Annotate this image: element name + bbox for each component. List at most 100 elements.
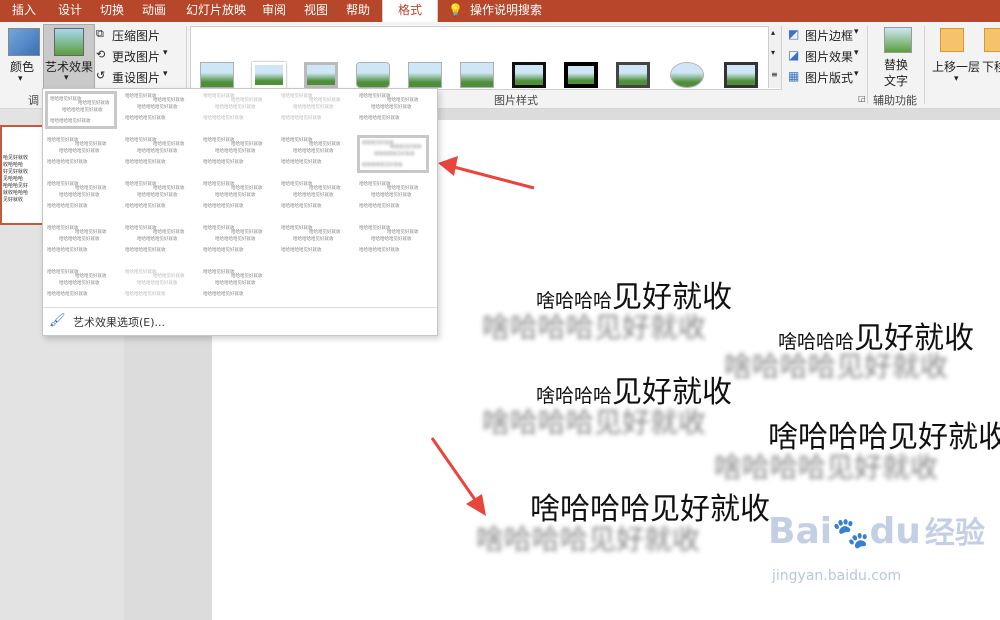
effect-option-8[interactable]: 哈哈哈见好就收 哈哈哈见好就收 哈哈哈哈哈见好就收 哈哈哈哈哈见好就收	[201, 135, 273, 173]
effect-preview-text: 哈哈哈见好就收	[359, 226, 391, 231]
artistic-effects-options[interactable]: 艺术效果选项(E)...	[73, 314, 165, 330]
effect-preview-text: 哈哈哈见好就收	[309, 142, 341, 147]
effect-preview-text: 哈哈哈哈哈见好就收	[137, 281, 178, 286]
effect-preview-text: 哈哈哈哈哈见好就收	[281, 248, 322, 253]
effect-preview-text: 哈哈哈见好就收	[125, 138, 157, 143]
effect-preview-text: 哈哈哈见好就收	[47, 226, 79, 231]
effect-preview-text: 哈哈哈见好就收	[153, 142, 185, 147]
effect-preview-text: 哈哈哈哈哈见好就收	[293, 193, 334, 198]
effect-preview-text: 哈哈哈见好就收	[390, 145, 422, 150]
effect-preview-text: 哈哈哈哈哈见好就收	[125, 160, 166, 165]
effect-preview-text: 哈哈哈哈哈见好就收	[47, 248, 88, 253]
effect-preview-text: 哈哈哈见好就收	[203, 94, 235, 99]
effect-preview-text: 哈哈哈见好就收	[153, 274, 185, 279]
effect-option-4[interactable]: 哈哈哈见好就收 哈哈哈见好就收 哈哈哈哈哈见好就收 哈哈哈哈哈见好就收	[279, 91, 351, 129]
annotation-arrow-1	[449, 164, 535, 190]
effect-preview-text: 哈哈哈哈哈见好就收	[362, 163, 403, 168]
effect-preview-text: 哈哈哈哈哈见好就收	[125, 292, 166, 297]
effect-preview-text: 哈哈哈哈哈见好就收	[59, 237, 100, 242]
effect-preview-text: 哈哈哈哈哈见好就收	[293, 105, 334, 110]
effect-preview-text: 哈哈哈哈哈见好就收	[137, 237, 178, 242]
effect-preview-text: 哈哈哈哈哈见好就收	[215, 105, 256, 110]
effect-preview-text: 哈哈哈见好就收	[125, 94, 157, 99]
effect-option-3[interactable]: 哈哈哈见好就收 哈哈哈见好就收 哈哈哈哈哈见好就收 哈哈哈哈哈见好就收	[201, 91, 273, 129]
effect-preview-text: 哈哈哈见好就收	[125, 270, 157, 275]
effect-preview-text: 哈哈哈见好就收	[281, 226, 313, 231]
effect-preview-text: 哈哈哈哈哈见好就收	[203, 116, 244, 121]
effect-preview-text: 哈哈哈哈哈见好就收	[215, 237, 256, 242]
effect-preview-text: 哈哈哈见好就收	[281, 182, 313, 187]
effect-preview-text: 哈哈哈哈哈见好就收	[203, 248, 244, 253]
effect-preview-text: 哈哈哈哈哈见好就收	[281, 204, 322, 209]
effect-preview-text: 哈哈哈见好就收	[231, 186, 263, 191]
effect-preview-text: 哈哈哈哈哈见好就收	[281, 116, 322, 121]
gallery-divider	[43, 307, 437, 308]
effect-preview-text: 哈哈哈哈哈见好就收	[125, 248, 166, 253]
effect-preview-text: 哈哈哈哈哈见好就收	[59, 281, 100, 286]
effect-option-15[interactable]: 哈哈哈见好就收 哈哈哈见好就收 哈哈哈哈哈见好就收 哈哈哈哈哈见好就收	[357, 179, 429, 217]
effect-preview-text: 哈哈哈哈哈见好就收	[203, 204, 244, 209]
effect-option-12[interactable]: 哈哈哈见好就收 哈哈哈见好就收 哈哈哈哈哈见好就收 哈哈哈哈哈见好就收	[123, 179, 195, 217]
effect-preview-text: 哈哈哈见好就收	[153, 186, 185, 191]
arrow-head-2	[466, 494, 486, 516]
effect-preview-text: 哈哈哈哈哈见好就收	[203, 160, 244, 165]
effect-option-16[interactable]: 哈哈哈见好就收 哈哈哈见好就收 哈哈哈哈哈见好就收 哈哈哈哈哈见好就收	[45, 223, 117, 261]
effect-preview-text: 哈哈哈哈哈见好就收	[359, 116, 400, 121]
effect-preview-text: 哈哈哈见好就收	[203, 226, 235, 231]
effect-preview-text: 哈哈哈见好就收	[231, 274, 263, 279]
effect-preview-text: 哈哈哈见好就收	[387, 186, 419, 191]
effect-preview-text: 哈哈哈哈哈见好就收	[293, 237, 334, 242]
effect-option-21[interactable]: 哈哈哈见好就收 哈哈哈见好就收 哈哈哈哈哈见好就收 哈哈哈哈哈见好就收	[45, 267, 117, 305]
effect-preview-text: 哈哈哈见好就收	[125, 182, 157, 187]
effect-preview-text: 哈哈哈见好就收	[281, 94, 313, 99]
effect-preview-text: 哈哈哈见好就收	[75, 274, 107, 279]
effect-preview-text: 哈哈哈见好就收	[75, 230, 107, 235]
effect-preview-text: 哈哈哈见好就收	[153, 230, 185, 235]
effect-preview-text: 哈哈哈见好就收	[281, 138, 313, 143]
annotation-arrow-2	[430, 437, 480, 505]
arrow-head-1	[438, 156, 458, 176]
effect-option-2[interactable]: 哈哈哈见好就收 哈哈哈见好就收 哈哈哈哈哈见好就收 哈哈哈哈哈见好就收	[123, 91, 195, 129]
effect-option-11[interactable]: 哈哈哈见好就收 哈哈哈见好就收 哈哈哈哈哈见好就收 哈哈哈哈哈见好就收	[45, 179, 117, 217]
effect-option-18[interactable]: 哈哈哈见好就收 哈哈哈见好就收 哈哈哈哈哈见好就收 哈哈哈哈哈见好就收	[201, 223, 273, 261]
effect-preview-text: 哈哈哈哈哈见好就收	[125, 204, 166, 209]
effect-preview-text: 哈哈哈哈哈见好就收	[137, 105, 178, 110]
effect-preview-text: 哈哈哈见好就收	[47, 138, 79, 143]
effect-preview-text: 哈哈哈哈哈见好就收	[47, 292, 88, 297]
effect-preview-text: 哈哈哈见好就收	[75, 186, 107, 191]
effect-option-5[interactable]: 哈哈哈见好就收 哈哈哈见好就收 哈哈哈哈哈见好就收 哈哈哈哈哈见好就收	[357, 91, 429, 129]
effects-grid: 哈哈哈见好就收 哈哈哈见好就收 哈哈哈哈哈见好就收 哈哈哈哈哈见好就收 哈哈哈见好就收哈…	[45, 91, 435, 305]
effect-preview-text: 哈哈哈哈哈见好就收	[137, 193, 178, 198]
effect-preview-text: 哈哈哈哈哈见好就收	[215, 281, 256, 286]
effect-preview-text: 哈哈哈哈哈见好就收	[125, 116, 166, 121]
effect-preview-text: 哈哈哈见好就收	[387, 98, 419, 103]
effect-preview-text: 哈哈哈见好就收	[359, 182, 391, 187]
artistic-options-icon: 🖌	[49, 313, 66, 328]
effect-option-1[interactable]: 哈哈哈见好就收 哈哈哈见好就收 哈哈哈哈哈见好就收 哈哈哈哈哈见好就收	[45, 91, 117, 129]
effect-option-14[interactable]: 哈哈哈见好就收 哈哈哈见好就收 哈哈哈哈哈见好就收 哈哈哈哈哈见好就收	[279, 179, 351, 217]
effect-option-17[interactable]: 哈哈哈见好就收 哈哈哈见好就收 哈哈哈哈哈见好就收 哈哈哈哈哈见好就收	[123, 223, 195, 261]
effect-preview-text: 哈哈哈哈哈见好就收	[62, 108, 103, 113]
effect-preview-text: 哈哈哈见好就收	[203, 138, 235, 143]
artistic-effects-gallery: 哈哈哈见好就收 哈哈哈见好就收 哈哈哈哈哈见好就收 哈哈哈哈哈见好就收 哈哈哈见好就收哈…	[42, 88, 438, 336]
effect-preview-text: 哈哈哈哈哈见好就收	[293, 149, 334, 154]
effect-preview-text: 哈哈哈哈哈见好就收	[371, 105, 412, 110]
effect-preview-text: 哈哈哈哈哈见好就收	[59, 193, 100, 198]
effect-preview-text: 哈哈哈见好就收	[309, 98, 341, 103]
effect-preview-text: 哈哈哈见好就收	[309, 186, 341, 191]
effect-preview-text: 哈哈哈哈哈见好就收	[137, 149, 178, 154]
effect-preview-text: 哈哈哈见好就收	[231, 98, 263, 103]
effect-option-9[interactable]: 哈哈哈见好就收 哈哈哈见好就收 哈哈哈哈哈见好就收 哈哈哈哈哈见好就收	[279, 135, 351, 173]
effect-preview-text: 哈哈哈见好就收	[153, 98, 185, 103]
effect-option-23[interactable]: 哈哈哈见好就收 哈哈哈见好就收 哈哈哈哈哈见好就收 哈哈哈哈哈见好就收	[201, 267, 273, 305]
effect-preview-text: 哈哈哈见好就收	[203, 182, 235, 187]
effect-preview-text: 哈哈哈见好就收	[231, 142, 263, 147]
effect-option-6[interactable]: 哈哈哈见好就收 哈哈哈见好就收 哈哈哈哈哈见好就收 哈哈哈哈哈见好就收	[45, 135, 117, 173]
effect-option-22[interactable]: 哈哈哈见好就收 哈哈哈见好就收 哈哈哈哈哈见好就收 哈哈哈哈哈见好就收	[123, 267, 195, 305]
effect-option-13[interactable]: 哈哈哈见好就收 哈哈哈见好就收 哈哈哈哈哈见好就收 哈哈哈哈哈见好就收	[201, 179, 273, 217]
effect-preview-text: 哈哈哈哈哈见好就收	[281, 160, 322, 165]
effect-option-19[interactable]: 哈哈哈见好就收 哈哈哈见好就收 哈哈哈哈哈见好就收 哈哈哈哈哈见好就收	[279, 223, 351, 261]
effect-option-20[interactable]: 哈哈哈见好就收 哈哈哈见好就收 哈哈哈哈哈见好就收 哈哈哈哈哈见好就收	[357, 223, 429, 261]
effect-option-7[interactable]: 哈哈哈见好就收 哈哈哈见好就收 哈哈哈哈哈见好就收 哈哈哈哈哈见好就收	[123, 135, 195, 173]
effect-option-10[interactable]: 哈哈哈见好就收 哈哈哈见好就收 哈哈哈哈哈见好就收 哈哈哈哈哈见好就收	[357, 135, 429, 173]
